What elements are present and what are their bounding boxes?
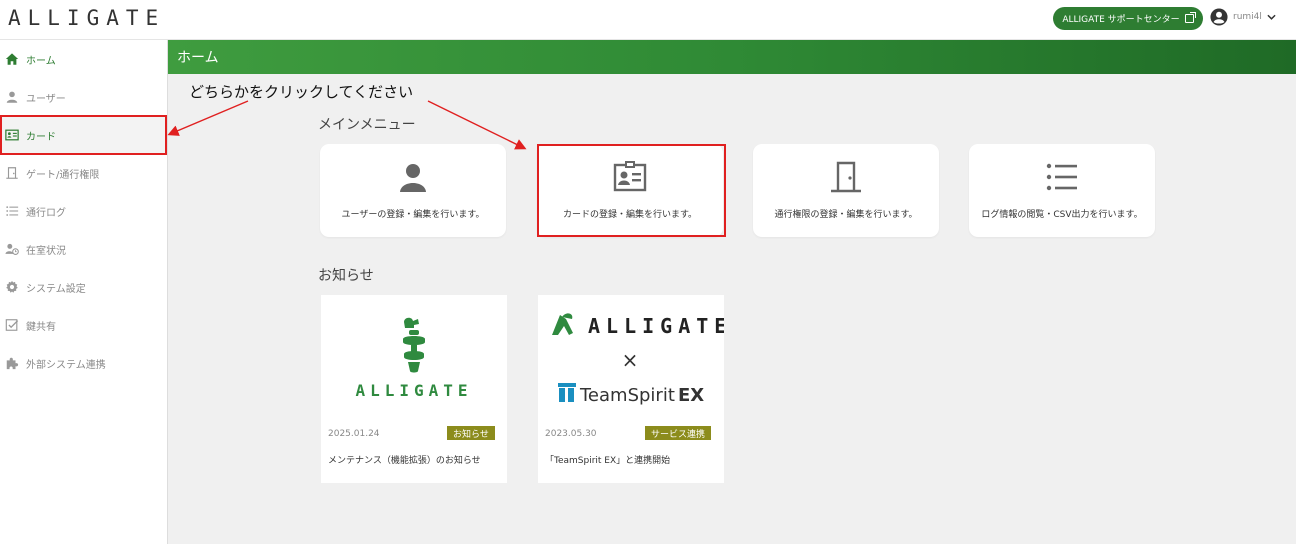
sidebar-item-label: システム設定 (26, 283, 86, 295)
support-center-label: ALLIGATE サポートセンター (1062, 15, 1180, 25)
door-icon (6, 167, 18, 179)
sidebar-item-presence[interactable]: 在室状況 (0, 230, 167, 268)
menu-card-description: ユーザーの登録・編集を行います。 (341, 210, 485, 220)
sidebar-item-home[interactable]: ホーム (0, 40, 167, 78)
page-title: ホーム (168, 40, 1296, 74)
sidebar-item-gates[interactable]: ゲート/通行権限 (0, 154, 167, 192)
sidebar-item-access-log[interactable]: 通行ログ (0, 192, 167, 230)
sidebar-item-users[interactable]: ユーザー (0, 78, 167, 116)
teamspirit-text: TeamSpirit (579, 385, 675, 406)
annotation-highlight-card-menu (537, 144, 726, 237)
sidebar-item-label: 鍵共有 (26, 321, 56, 333)
sidebar-item-label: 在室状況 (26, 245, 66, 257)
user-icon (400, 164, 426, 192)
news-card-teamspirit[interactable]: ALLIGATE × TeamSpirit EX 2023.05.30 サービス… (538, 295, 724, 483)
external-link-icon (1184, 12, 1196, 23)
sidebar-item-key-share[interactable]: 鍵共有 (0, 306, 167, 344)
sidebar-item-system-settings[interactable]: システム設定 (0, 268, 167, 306)
alligate-teamspirit-image: ALLIGATE × TeamSpirit EX (552, 313, 724, 406)
list-icon (6, 206, 19, 216)
news-title: 「TeamSpirit EX」と連携開始 (545, 456, 671, 466)
alligate-logo-image: ALLIGATE (355, 317, 472, 400)
menu-card-users[interactable]: ユーザーの登録・編集を行います。 (320, 144, 506, 237)
menu-card-description: 通行権限の登録・編集を行います。 (774, 210, 918, 220)
user-icon (6, 91, 18, 103)
news-logo-text: ALLIGATE (588, 314, 724, 338)
door-icon (831, 161, 861, 193)
puzzle-icon (6, 357, 19, 370)
news-category-badge: サービス連携 (645, 426, 712, 440)
support-center-button[interactable]: ALLIGATE サポートセンター (1053, 7, 1203, 30)
sidebar-item-label: 通行ログ (26, 207, 66, 219)
news-date: 2023.05.30 (545, 429, 597, 439)
app-logo[interactable]: ALLIGATE (8, 6, 165, 30)
account-menu[interactable]: rumi4l (1210, 8, 1276, 26)
sidebar-item-external-integration[interactable]: 外部システム連携 (0, 344, 167, 382)
main-content: ホーム メインメニュー ユーザーの登録・編集を行います。 カードの登録・編集を行… (168, 40, 1296, 544)
news-date: 2025.01.24 (328, 429, 380, 439)
checkbox-icon (5, 319, 19, 331)
annotation-highlight-sidebar-card (0, 115, 167, 155)
home-icon (5, 53, 19, 65)
news-heading: お知らせ (318, 268, 374, 284)
menu-card-description: ログ情報の閲覧・CSV出力を行います。 (981, 210, 1143, 220)
news-card-maintenance[interactable]: ALLIGATE 2025.01.24 お知らせ メンテナンス（機能拡張）のお知… (321, 295, 507, 483)
sidebar-item-label: ユーザー (26, 93, 66, 105)
account-circle-icon (1210, 8, 1228, 26)
chevron-down-icon[interactable] (1267, 14, 1276, 20)
gear-icon (6, 280, 18, 293)
sidebar-item-label: ホーム (26, 55, 56, 67)
top-bar: ALLIGATE ALLIGATE サポートセンター rumi4l (0, 0, 1296, 40)
news-title: メンテナンス（機能拡張）のお知らせ (328, 456, 481, 466)
menu-card-access-rights[interactable]: 通行権限の登録・編集を行います。 (753, 144, 939, 237)
main-menu-heading: メインメニュー (318, 117, 416, 133)
menu-card-logs[interactable]: ログ情報の閲覧・CSV出力を行います。 (969, 144, 1155, 237)
news-category-badge: お知らせ (447, 426, 495, 440)
annotation-instruction: どちらかをクリックしてください (189, 83, 414, 101)
presence-icon (5, 243, 19, 255)
list-icon (1046, 163, 1077, 191)
news-logo-text: ALLIGATE (355, 381, 472, 400)
username: rumi4l (1233, 12, 1262, 22)
sidebar-item-label: 外部システム連携 (26, 359, 106, 371)
teamspirit-ex-text: EX (678, 385, 704, 406)
sidebar-item-label: ゲート/通行権限 (26, 169, 100, 181)
cross-mark: × (622, 348, 639, 372)
